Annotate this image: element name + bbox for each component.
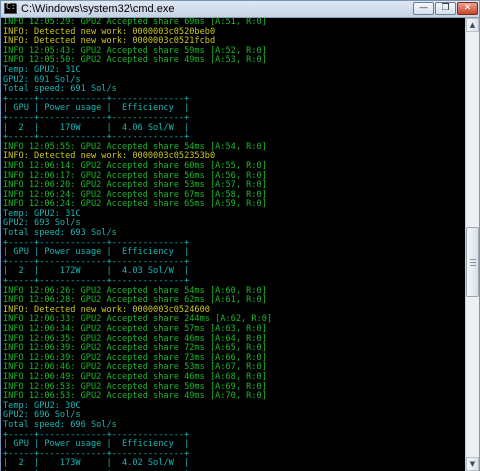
maximize-button[interactable]: ❐ — [435, 2, 456, 15]
scroll-thumb[interactable] — [466, 227, 479, 297]
cmd-app-icon[interactable]: C:\ — [4, 2, 20, 14]
cmd-window: C:\ C:\Windows\system32\cmd.exe — ❐ ✕ IN… — [0, 0, 480, 471]
scroll-up-button[interactable]: ▲ — [466, 18, 479, 32]
scroll-down-button[interactable]: ▼ — [466, 457, 479, 471]
minimize-button[interactable]: — — [413, 2, 434, 15]
vertical-scrollbar[interactable]: ▲ ▼ — [465, 18, 479, 471]
window-title: C:\Windows\system32\cmd.exe — [21, 3, 175, 15]
console-output[interactable]: INFO 12:05:29: GPU2 Accepted share 69ms … — [1, 18, 465, 471]
title-bar[interactable]: C:\ C:\Windows\system32\cmd.exe — ❐ ✕ — [1, 1, 479, 18]
close-button[interactable]: ✕ — [457, 2, 478, 15]
